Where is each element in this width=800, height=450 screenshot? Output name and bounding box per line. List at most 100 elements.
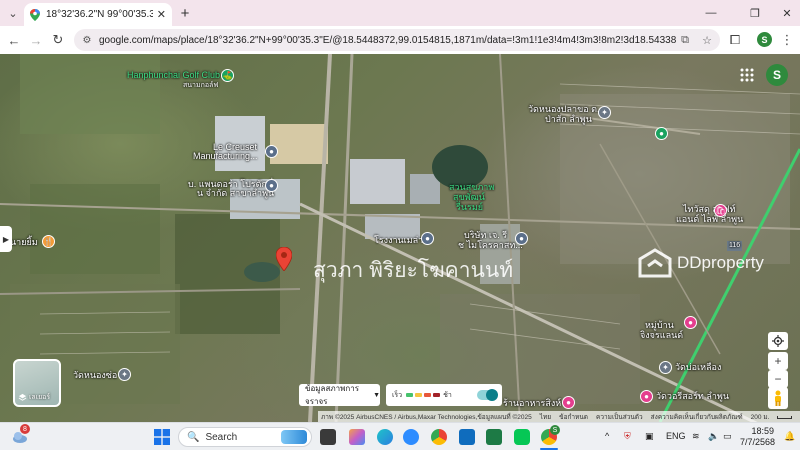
shopping-poi-icon[interactable]: 🛍 — [714, 204, 727, 217]
battery-icon[interactable]: ▭ — [723, 431, 732, 442]
task-view-icon[interactable] — [320, 429, 336, 445]
factory2-poi-icon[interactable]: ● — [421, 232, 434, 245]
map-label-company-mid-1[interactable]: บริษัท เจ. รี — [464, 230, 507, 240]
site-settings-icon[interactable]: ⚙ — [80, 33, 94, 47]
chrome-profile-icon[interactable]: S — [541, 425, 560, 445]
scale-label[interactable]: 200 ม. — [751, 412, 770, 422]
profile-avatar[interactable]: S — [757, 32, 772, 47]
collapse-side-panel-button[interactable]: ▶ — [0, 226, 12, 252]
ddproperty-logo-icon — [638, 248, 672, 278]
chevron-down-icon: ▼ — [373, 391, 380, 399]
village-poi-icon[interactable]: ● — [684, 316, 697, 329]
traffic-bar-slow — [424, 393, 432, 397]
factory-poi-icon[interactable]: ● — [265, 145, 278, 158]
satellite-map[interactable]: Hanphunchai Golf Club สนามกอล์ฟ ⛳ Le Cre… — [0, 54, 800, 422]
tray-overflow-icon[interactable]: ^ — [605, 431, 609, 441]
tab-search-button[interactable]: ⌄ — [4, 4, 22, 22]
tray-security-icon[interactable]: ⛨ — [624, 431, 631, 442]
map-label-left-edge[interactable]: นายยิ้ม — [10, 237, 38, 247]
ddproperty-brand: DDproperty — [677, 253, 764, 272]
map-label-village-1[interactable]: หมู่บ้าน — [645, 320, 674, 330]
copilot-icon[interactable] — [349, 429, 365, 445]
temple-poi-icon[interactable]: ✦ — [598, 106, 611, 119]
ddproperty-watermark: DDproperty — [638, 248, 764, 278]
traffic-slow-label: ช้า — [443, 391, 452, 399]
traffic-toggle[interactable] — [477, 389, 498, 401]
weather-widget[interactable]: 8 — [12, 424, 30, 444]
restaurant-poi-icon[interactable]: 🍴 — [42, 235, 55, 248]
new-tab-button[interactable]: + — [176, 4, 194, 22]
maps-pin-icon — [30, 8, 40, 21]
input-language[interactable]: ENG — [666, 431, 686, 441]
close-window-icon[interactable]: ✕ — [776, 4, 798, 22]
map-label-temple-top-1[interactable]: วัดหนองปลาขอ ต. — [528, 104, 599, 114]
temple3-poi-icon[interactable]: ✦ — [659, 361, 672, 374]
notifications-icon[interactable]: 🔔 — [784, 431, 795, 442]
minimize-icon[interactable]: — — [700, 4, 722, 22]
location-pin-icon[interactable] — [276, 247, 292, 271]
reload-button[interactable]: ↻ — [49, 31, 67, 49]
map-label-temple-left[interactable]: วัดหนองซ่อ — [73, 370, 117, 380]
layers-icon — [18, 393, 27, 401]
map-label-le-creuset-2: Manufacturing... — [193, 151, 258, 161]
traffic-bar-fast — [406, 393, 414, 397]
forward-button[interactable]: → — [27, 31, 45, 49]
map-label-temple-bottom-2[interactable]: วัดวอรีสอร์ท ลำพูน — [656, 391, 729, 401]
line-icon[interactable] — [514, 429, 530, 445]
taskbar-search[interactable]: 🔍 Search — [178, 427, 312, 447]
edge-icon[interactable] — [377, 429, 393, 445]
outlook-icon[interactable] — [459, 429, 475, 445]
install-app-icon[interactable]: ⧉ — [676, 31, 694, 49]
street-view-pegman[interactable] — [768, 387, 788, 409]
company-poi-icon[interactable]: ● — [265, 179, 278, 192]
chrome-icon[interactable] — [431, 429, 447, 445]
address-bar[interactable]: ⚙ google.com/maps/place/18°32'36.2"N+99°… — [74, 29, 720, 51]
restaurant2-poi-icon[interactable]: ● — [562, 396, 575, 409]
language-link[interactable]: ไทย — [540, 412, 551, 422]
map-label-temple-bottom-right[interactable]: วัดบ่อเหลือง — [675, 362, 721, 372]
layers-label: เลเยอร์ — [29, 394, 51, 401]
company2-poi-icon[interactable]: ● — [515, 232, 528, 245]
zoom-icon[interactable] — [403, 429, 419, 445]
traffic-info-dropdown[interactable]: ข้อมูลสภาพการจราจร ▼ — [299, 384, 380, 406]
bookmark-star-icon[interactable]: ☆ — [698, 31, 716, 49]
excel-icon[interactable] — [486, 429, 502, 445]
privacy-link[interactable]: ความเป็นส่วนตัว — [596, 412, 643, 422]
tab-strip: ⌄ 18°32'36.2"N 99°00'35.3"E - Google Map… — [0, 0, 800, 26]
map-label-temple-top-2: ป่าสัก ลำพูน — [545, 114, 592, 124]
map-label-restaurant[interactable]: ร้านอาหารสิงห์ — [503, 398, 561, 408]
layers-toggle[interactable]: เลเยอร์ — [13, 359, 61, 407]
feedback-link[interactable]: ส่งความคิดเห็นเกี่ยวกับผลิตภัณฑ์ — [651, 412, 743, 422]
imagery-credit: ภาพ ©2025 AirbusCNES / Airbus,Maxar Tech… — [321, 413, 532, 421]
chrome-menu-icon[interactable]: ⋮ — [778, 31, 796, 49]
extensions-icon[interactable]: ⧠ — [726, 31, 744, 49]
map-label-factory[interactable]: โรงงานเมล่า — [374, 235, 423, 245]
taskbar-search-placeholder: Search — [205, 431, 238, 443]
browser-tab-active[interactable]: 18°32'36.2"N 99°00'35.3"E - Google Maps … — [24, 3, 172, 26]
windows-start-icon[interactable] — [154, 429, 170, 445]
my-location-button[interactable] — [768, 332, 788, 350]
zoom-in-button[interactable]: + — [768, 352, 788, 370]
restore-icon[interactable]: ❐ — [744, 4, 766, 22]
tray-app-icon[interactable]: ▣ — [645, 431, 654, 442]
back-button[interactable]: ← — [5, 31, 23, 49]
map-label-shop-right-1[interactable]: ไทวัสดุ ลอฟท์ — [683, 204, 736, 214]
google-apps-icon[interactable] — [740, 68, 754, 82]
hotel-poi-icon[interactable]: ● — [640, 390, 653, 403]
temple2-poi-icon[interactable]: ✦ — [118, 368, 131, 381]
map-label-park-1[interactable]: สวนสุขภาพ — [449, 182, 494, 192]
golf-poi-icon[interactable]: ⛳ — [221, 69, 234, 82]
tab-title: 18°32'36.2"N 99°00'35.3"E - Google Maps — [46, 9, 153, 20]
park-poi-icon[interactable]: ● — [655, 127, 668, 140]
zoom-out-button[interactable]: − — [768, 370, 788, 388]
system-clock[interactable]: 18:59 7/7/2568 — [740, 426, 775, 448]
scale-bar — [777, 416, 792, 419]
traffic-bar-medium — [415, 393, 423, 397]
browser-toolbar: ← → ↻ ⚙ google.com/maps/place/18°32'36.2… — [0, 26, 800, 54]
maps-account-avatar[interactable]: S — [766, 64, 788, 86]
map-label-golf-club[interactable]: Hanphunchai Golf Club — [127, 70, 220, 80]
volume-icon[interactable]: 🔈 — [708, 431, 719, 442]
wifi-icon[interactable]: ≋ — [692, 431, 700, 442]
close-tab-icon[interactable]: ✕ — [157, 8, 166, 21]
terms-link[interactable]: ข้อกำหนด — [559, 412, 588, 422]
